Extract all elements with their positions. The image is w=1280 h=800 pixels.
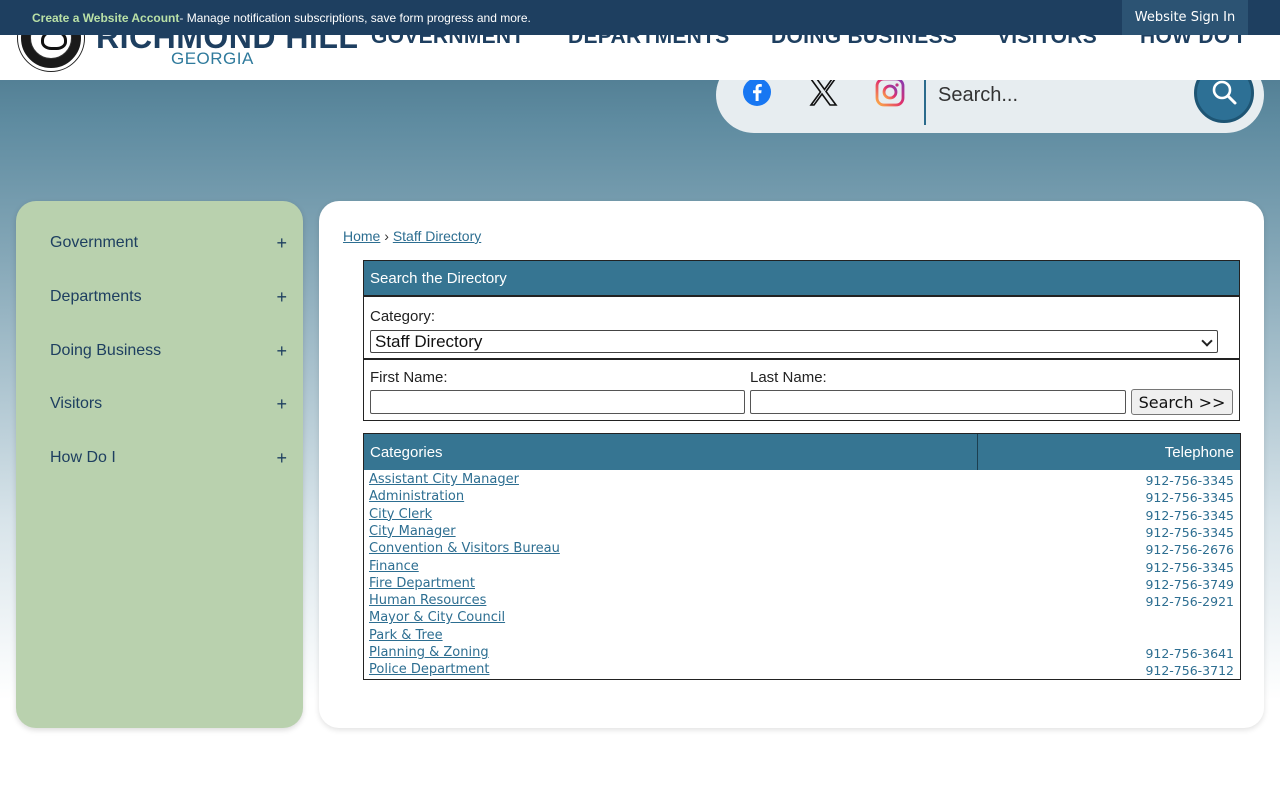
telephone-value: 912-756-3712 — [1145, 663, 1234, 679]
sidebar-item-how-do-i[interactable]: How Do I + — [16, 438, 303, 478]
nav-visitors[interactable]: VISITORS — [997, 35, 1097, 49]
expand-icon[interactable]: + — [276, 448, 287, 469]
site-header: RICHMOND HILL GEORGIA GOVERNMENT DEPARTM… — [0, 35, 1280, 80]
sidebar-menu: Government + Departments + Doing Busines… — [16, 201, 303, 728]
notification-bar: Create a Website Account - Manage notifi… — [0, 0, 1280, 35]
expand-icon[interactable]: + — [276, 341, 287, 362]
telephone-value: 912-756-3345 — [1145, 507, 1234, 523]
breadcrumb: Home › Staff Directory — [343, 228, 481, 244]
categories-table: Categories Telephone Assistant City Mana… — [363, 433, 1241, 680]
category-link[interactable]: City Clerk — [369, 507, 432, 522]
sidebar-item-government[interactable]: Government + — [16, 223, 303, 263]
telephone-value: 912-756-3345 — [1145, 559, 1234, 575]
table-row: Mayor & City Council — [364, 610, 1240, 627]
site-search-input[interactable] — [938, 79, 1188, 111]
expand-icon[interactable]: + — [276, 287, 287, 308]
notification-message: - Manage notification subscriptions, sav… — [179, 10, 531, 25]
telephone-value: 912-756-2676 — [1145, 542, 1234, 558]
sidebar-item-departments[interactable]: Departments + — [16, 277, 303, 317]
breadcrumb-current-link[interactable]: Staff Directory — [393, 228, 481, 244]
nav-government[interactable]: GOVERNMENT — [371, 35, 525, 49]
sidebar-item-label: Visitors — [50, 395, 103, 412]
main-content: Home › Staff Directory Search the Direct… — [319, 201, 1264, 728]
breadcrumb-home-link[interactable]: Home — [343, 228, 380, 244]
last-name-label: Last Name: — [750, 369, 827, 386]
table-row: Finance 912-756-3345 — [364, 559, 1240, 576]
column-header-categories: Categories — [370, 444, 443, 461]
chevron-down-icon — [1201, 335, 1213, 347]
sidebar-item-label: How Do I — [50, 449, 116, 466]
category-label: Category: — [370, 308, 436, 325]
facebook-icon[interactable] — [742, 77, 772, 107]
nav-departments[interactable]: DEPARTMENTS — [568, 35, 730, 49]
category-link[interactable]: Convention & Visitors Bureau — [369, 541, 560, 556]
breadcrumb-separator: › — [384, 228, 389, 244]
nav-doing-business[interactable]: DOING BUSINESS — [771, 35, 957, 49]
category-link[interactable]: City Manager — [369, 524, 456, 539]
create-account-link[interactable]: Create a Website Account — [32, 11, 179, 25]
category-link[interactable]: Park & Tree — [369, 628, 443, 643]
category-link[interactable]: Finance — [369, 559, 419, 574]
directory-search-title: Search the Directory — [364, 261, 1239, 297]
table-row: Planning & Zoning 912-756-3641 — [364, 645, 1240, 662]
search-icon — [1212, 80, 1237, 105]
expand-icon[interactable]: + — [276, 233, 287, 254]
last-name-input[interactable] — [750, 390, 1126, 414]
first-name-label: First Name: — [370, 369, 448, 386]
category-link[interactable]: Assistant City Manager — [369, 472, 519, 487]
telephone-value: 912-756-3345 — [1145, 473, 1234, 488]
main-navigation: GOVERNMENT DEPARTMENTS DOING BUSINESS VI… — [0, 35, 1280, 65]
table-row: Human Resources 912-756-2921 — [364, 593, 1240, 610]
sidebar-item-label: Government — [50, 234, 139, 251]
telephone-value: 912-756-3345 — [1145, 524, 1234, 540]
table-row: Fire Department 912-756-3749 — [364, 576, 1240, 593]
telephone-value: 912-756-3749 — [1145, 576, 1234, 592]
category-link[interactable]: Fire Department — [369, 576, 475, 591]
sidebar-item-doing-business[interactable]: Doing Business + — [16, 331, 303, 371]
telephone-value: 912-756-3345 — [1145, 490, 1234, 506]
sidebar-item-label: Departments — [50, 288, 142, 305]
table-row: Police Department 912-756-3712 — [364, 662, 1240, 679]
column-divider — [977, 434, 978, 470]
sidebar-item-visitors[interactable]: Visitors + — [16, 384, 303, 424]
instagram-icon[interactable] — [875, 77, 905, 107]
category-link[interactable]: Human Resources — [369, 593, 486, 608]
category-select[interactable]: Staff Directory — [370, 330, 1218, 353]
category-selected-value: Staff Directory — [375, 331, 483, 351]
directory-search-form: Search the Directory Category: Staff Dir… — [363, 260, 1240, 421]
category-link[interactable]: Police Department — [369, 662, 490, 677]
directory-search-button[interactable]: Search >> — [1131, 389, 1233, 415]
telephone-value: 912-756-2921 — [1145, 594, 1234, 610]
category-link[interactable]: Planning & Zoning — [369, 645, 489, 660]
category-link[interactable]: Mayor & City Council — [369, 610, 505, 625]
table-header: Categories Telephone — [364, 434, 1240, 470]
sidebar-item-label: Doing Business — [50, 342, 162, 359]
table-row: Park & Tree — [364, 628, 1240, 645]
table-row: City Clerk 912-756-3345 — [364, 507, 1240, 524]
website-sign-in-button[interactable]: Website Sign In — [1122, 0, 1248, 35]
form-divider — [364, 358, 1239, 360]
search-divider — [924, 77, 926, 125]
table-row: Convention & Visitors Bureau 912-756-267… — [364, 541, 1240, 558]
x-icon[interactable] — [808, 77, 838, 107]
category-link[interactable]: Administration — [369, 489, 464, 504]
first-name-input[interactable] — [370, 390, 745, 414]
expand-icon[interactable]: + — [276, 394, 287, 415]
table-row: Administration 912-756-3345 — [364, 489, 1240, 506]
table-row: Assistant City Manager 912-756-3345 — [364, 472, 1240, 489]
telephone-value: 912-756-3641 — [1145, 646, 1234, 661]
table-row: City Manager 912-756-3345 — [364, 524, 1240, 541]
nav-how-do-i[interactable]: HOW DO I — [1140, 35, 1243, 49]
column-header-telephone: Telephone — [1164, 444, 1234, 461]
